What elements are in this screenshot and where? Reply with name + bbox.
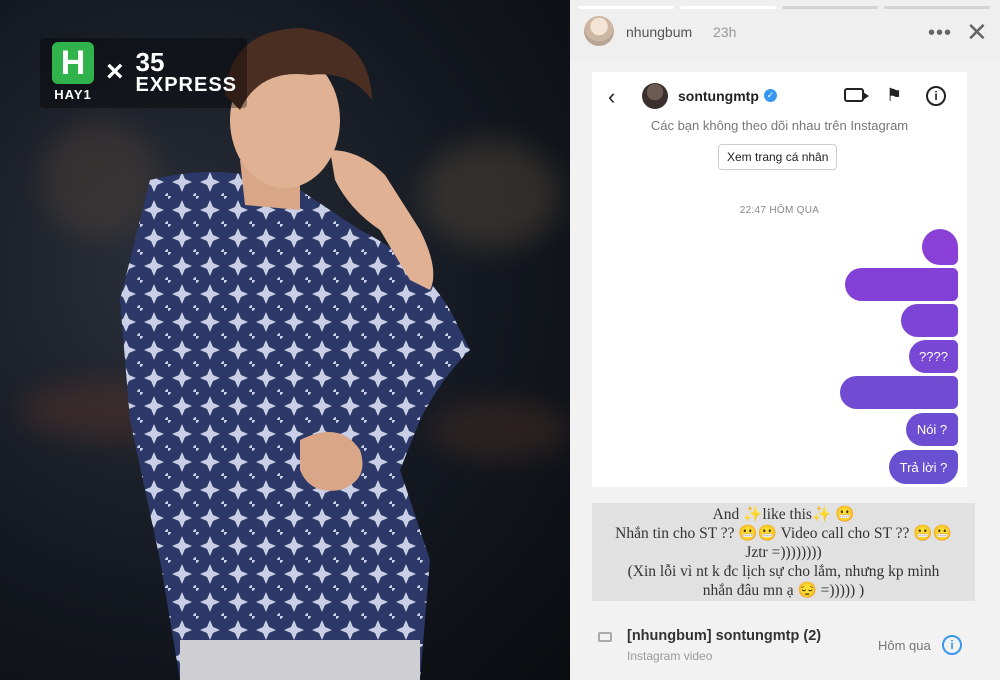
message-bubble: [901, 304, 958, 337]
story-time: 23h: [713, 24, 737, 40]
notification-time: Hôm qua: [878, 638, 931, 653]
caption-line: (Xin lỗi vì nt k đc lịch sự cho lắm, như…: [627, 563, 940, 580]
view-profile-button: Xem trang cá nhân: [718, 144, 838, 170]
story-progress-segment: [782, 6, 878, 9]
video-camera-icon: [598, 632, 612, 642]
dm-header: ‹ sontungmtp ✓ ⚑ i: [592, 72, 967, 120]
story-progress-segment: [884, 6, 990, 9]
dm-screenshot: ‹ sontungmtp ✓ ⚑ i Các bạn không theo dõ…: [592, 72, 967, 487]
story-avatar[interactable]: [584, 16, 614, 46]
hay1-logo: H HAY1: [52, 42, 94, 102]
hay1-logo-mark: H: [52, 42, 94, 84]
video-call-icon: [844, 88, 869, 102]
more-options-icon[interactable]: •••: [928, 22, 952, 45]
notification-subtitle: Instagram video: [627, 649, 713, 663]
caption-line: nhắn đâu mn ạ 😔 =))))) ): [702, 582, 865, 599]
dm-avatar: [642, 83, 668, 109]
message-bubble: [840, 376, 958, 409]
video-call-notification: [nhungbum] sontungmtp (2) Instagram vide…: [592, 614, 975, 674]
caption-line: Nhắn tin cho ST ?? 😬😬 Video call cho ST …: [615, 525, 952, 542]
message-bubble: Nói ?: [906, 413, 958, 446]
not-following-notice: Các bạn không theo dõi nhau trên Instagr…: [650, 118, 909, 133]
story-progress-segment: [578, 6, 674, 9]
flag-icon: ⚑: [886, 85, 903, 105]
info-icon: i: [942, 635, 962, 655]
message-bubble: Trả lời ?: [889, 450, 958, 484]
partner-logo: 35 EXPRESS: [136, 49, 237, 95]
caption-line: And ✨like this✨ 😬: [712, 506, 855, 523]
partner-word: EXPRESS: [135, 74, 238, 96]
message-bubble: ????: [909, 340, 958, 373]
close-icon[interactable]: ✕: [966, 19, 988, 45]
message-timestamp: 22:47 HÔM QUA: [739, 205, 820, 216]
dm-username: sontungmtp: [678, 88, 759, 104]
hay1-logo-text: HAY1: [54, 87, 92, 102]
back-arrow-icon: ‹: [608, 84, 616, 109]
verified-badge-icon: ✓: [764, 89, 777, 102]
message-bubble: [845, 268, 958, 301]
story-progress-segment: [680, 6, 776, 9]
story-header: nhungbum 23h ••• ✕: [570, 0, 1000, 60]
photo-panel: H HAY1 × 35 EXPRESS: [0, 0, 570, 680]
info-icon: i: [926, 86, 946, 106]
brand-badge: H HAY1 × 35 EXPRESS: [40, 38, 248, 108]
partner-number: 35: [135, 47, 165, 77]
notification-title: [nhungbum] sontungmtp (2): [627, 628, 822, 644]
story-caption: And ✨like this✨ 😬 Nhắn tin cho ST ?? 😬😬 …: [592, 503, 975, 601]
story-username[interactable]: nhungbum: [626, 24, 692, 40]
message-bubble: [922, 229, 958, 265]
caption-line: Jztr =)))))))): [745, 544, 822, 561]
collab-times-icon: ×: [106, 55, 124, 88]
instagram-story[interactable]: nhungbum 23h ••• ✕ ‹ sontungmtp ✓ ⚑ i Cá…: [570, 0, 1000, 680]
